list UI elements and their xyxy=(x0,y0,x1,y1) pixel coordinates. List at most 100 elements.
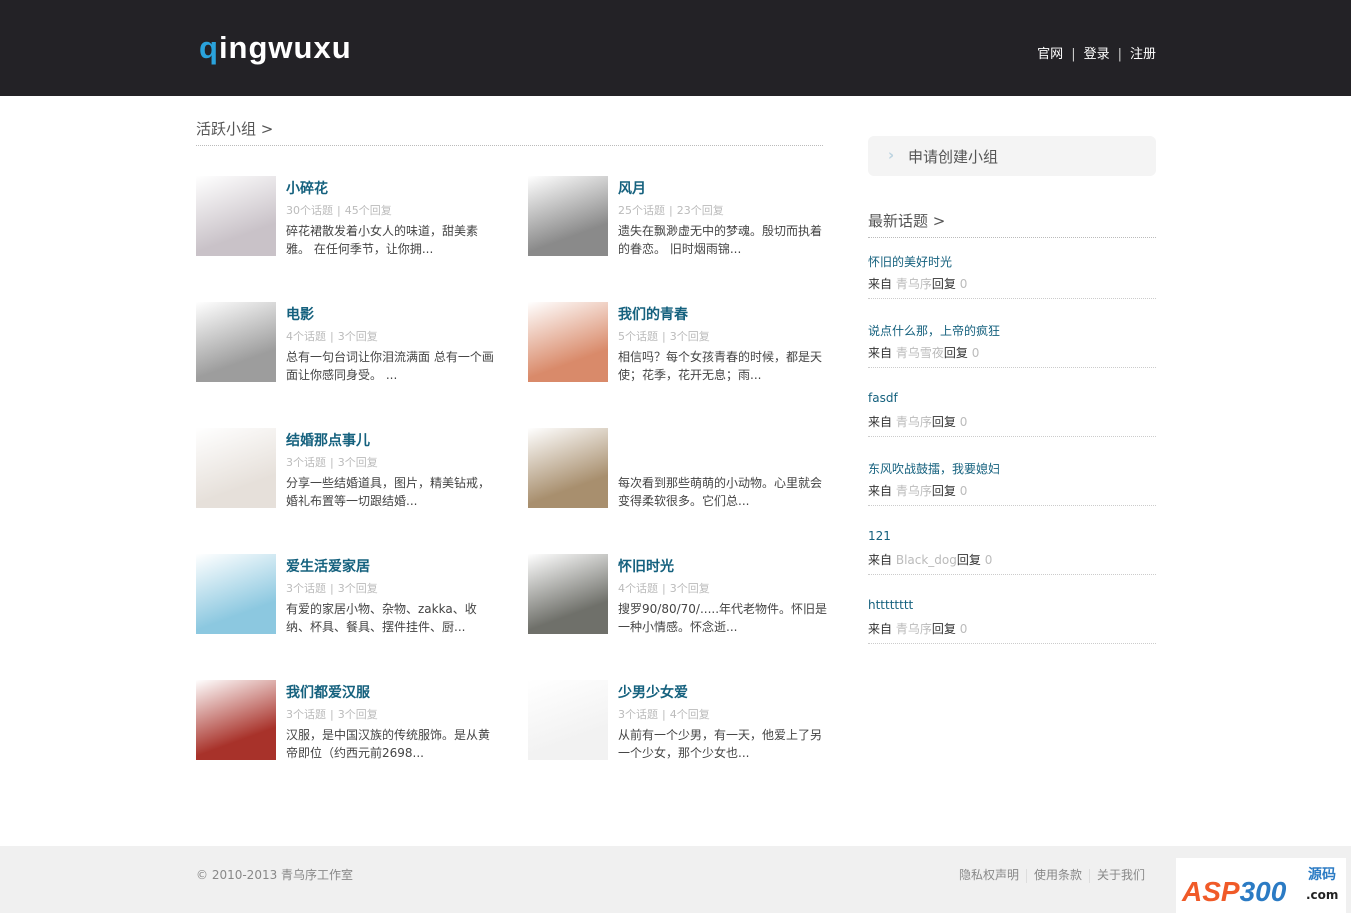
topic-item: 121 来自 Black_dog回复 0 xyxy=(868,513,1156,582)
group-stats: 3个话题 | 3个回复 xyxy=(286,582,378,595)
group-card: 爱生活爱家居 3个话题 | 3个回复 有爱的家居小物、杂物、zakka、收纳、杯具、… xyxy=(196,554,496,634)
topic-title-link[interactable]: 东风吹战鼓擂，我要媳妇 xyxy=(868,460,1000,477)
divider xyxy=(868,298,1156,299)
group-stats: 4个话题 | 3个回复 xyxy=(286,330,378,343)
topic-author[interactable]: 青乌序 xyxy=(896,277,932,291)
group-description: 搜罗90/80/70/.....年代老物件。怀旧是一种小情感。怀念逝... xyxy=(618,602,828,634)
group-stats: 25个话题 | 23个回复 xyxy=(618,204,724,217)
group-title-link[interactable]: 结婚那点事儿 xyxy=(286,430,370,450)
topic-title-link[interactable]: 怀旧的美好时光 xyxy=(868,253,952,270)
divider xyxy=(868,367,1156,368)
topic-meta: 来自 青乌序回复 0 xyxy=(868,622,968,636)
topic-meta: 来自 青乌雪夜回复 0 xyxy=(868,346,980,360)
topic-meta: 来自 青乌序回复 0 xyxy=(868,277,968,291)
nav-official-site[interactable]: 官网 xyxy=(1037,47,1063,62)
group-card: 我们都爱汉服 3个话题 | 3个回复 汉服，是中国汉族的传统服饰。是从黄帝即位（约西… xyxy=(196,680,496,760)
topic-item: 怀旧的美好时光 来自 青乌序回复 0 xyxy=(868,237,1156,306)
nav-login[interactable]: 登录 xyxy=(1084,47,1110,62)
copyright: © 2010-2013 青乌序工作室 xyxy=(196,868,354,882)
topic-author[interactable]: 青乌雪夜 xyxy=(896,346,944,360)
group-thumbnail[interactable] xyxy=(528,428,608,508)
topic-title-link[interactable]: 说点什么那，上帝的疯狂 xyxy=(868,322,1000,339)
nav-register[interactable]: 注册 xyxy=(1130,47,1156,62)
group-description: 相信吗？每个女孩青春的时候，都是天使；花季，花开无息；雨... xyxy=(618,350,823,382)
group-card: 电影 4个话题 | 3个回复 总有一句台词让你泪流满面 总有一个画面让你感同身受。 … xyxy=(196,302,496,382)
footer-links: 隐私权声明 使用条款 关于我们 xyxy=(959,866,1145,883)
group-stats: 3个话题 | 3个回复 xyxy=(286,456,378,469)
group-title-link[interactable]: 我们的青春 xyxy=(618,304,688,324)
group-card: 风月 25个话题 | 23个回复 遗失在飘渺虚无中的梦魂。殷切而执着的眷恋。 旧时烟… xyxy=(528,176,828,256)
group-thumbnail[interactable] xyxy=(196,554,276,634)
group-title-link[interactable]: 我们都爱汉服 xyxy=(286,682,370,702)
topic-meta: 来自 青乌序回复 0 xyxy=(868,484,968,498)
group-thumbnail[interactable] xyxy=(528,680,608,760)
reply-count: 0 xyxy=(984,553,993,567)
group-card: 结婚那点事儿 3个话题 | 3个回复 分享一些结婚道具，图片，精美钻戒，婚礼布置等一… xyxy=(196,428,496,508)
group-card: 我们的青春 5个话题 | 3个回复 相信吗？每个女孩青春的时候，都是天使；花季，花开… xyxy=(528,302,828,382)
topic-author[interactable]: 青乌序 xyxy=(896,415,932,429)
group-stats: 4个话题 | 3个回复 xyxy=(618,582,710,595)
active-groups-heading[interactable]: 活跃小组 > xyxy=(196,118,273,139)
group-thumbnail[interactable] xyxy=(528,302,608,382)
group-card: 小碎花 30个话题 | 45个回复 碎花裙散发着小女人的味道，甜美素雅。 在任何季节… xyxy=(196,176,496,256)
apply-create-group-button[interactable]: › 申请创建小组 xyxy=(868,136,1156,176)
reply-count: 0 xyxy=(959,415,968,429)
chevron-right-icon: › xyxy=(888,146,895,164)
divider xyxy=(868,643,1156,644)
asp300-watermark-logo: ASP300 源码 .com xyxy=(1176,858,1346,913)
group-card: 怀旧时光 4个话题 | 3个回复 搜罗90/80/70/.....年代老物件。怀旧是… xyxy=(528,554,828,634)
group-stats: 5个话题 | 3个回复 xyxy=(618,330,710,343)
privacy-link[interactable]: 隐私权声明 xyxy=(959,868,1019,882)
group-thumbnail[interactable] xyxy=(196,680,276,760)
group-thumbnail[interactable] xyxy=(528,554,608,634)
group-title-link[interactable]: 小碎花 xyxy=(286,178,328,198)
group-description: 碎花裙散发着小女人的味道，甜美素雅。 在任何季节，让你拥... xyxy=(286,224,479,256)
group-card: 每次看到那些萌萌的小动物。心里就会变得柔软很多。它们总... xyxy=(528,428,828,508)
top-nav: 官网 | 登录 | 注册 xyxy=(1037,47,1156,62)
topic-title-link[interactable]: htttttttt xyxy=(868,598,913,612)
divider xyxy=(868,436,1156,437)
group-title-link[interactable]: 风月 xyxy=(618,178,646,198)
latest-topics-heading[interactable]: 最新话题 > xyxy=(868,210,945,231)
group-thumbnail[interactable] xyxy=(196,428,276,508)
group-stats: 30个话题 | 45个回复 xyxy=(286,204,392,217)
reply-count: 0 xyxy=(959,622,968,636)
topic-item: 说点什么那，上帝的疯狂 来自 青乌雪夜回复 0 xyxy=(868,306,1156,375)
topic-title-link[interactable]: fasdf xyxy=(868,391,898,405)
topic-item: 东风吹战鼓擂，我要媳妇 来自 青乌序回复 0 xyxy=(868,444,1156,513)
reply-count: 0 xyxy=(959,484,968,498)
topic-author[interactable]: 青乌序 xyxy=(896,622,932,636)
group-description: 从前有一个少男，有一天，他爱上了另一个少女，那个少女也... xyxy=(618,728,823,760)
top-header: qingwuxu 官网 | 登录 | 注册 xyxy=(0,0,1351,96)
topic-item: fasdf 来自 青乌序回复 0 xyxy=(868,375,1156,444)
topic-meta: 来自 Black_dog回复 0 xyxy=(868,553,993,567)
group-title-link[interactable]: 爱生活爱家居 xyxy=(286,556,370,576)
divider xyxy=(868,574,1156,575)
group-title-link[interactable]: 电影 xyxy=(286,304,314,324)
group-description: 每次看到那些萌萌的小动物。心里就会变得柔软很多。它们总... xyxy=(618,476,823,508)
group-thumbnail[interactable] xyxy=(196,176,276,256)
group-thumbnail[interactable] xyxy=(196,302,276,382)
group-thumbnail[interactable] xyxy=(528,176,608,256)
group-title-link[interactable]: 少男少女爱 xyxy=(618,682,688,702)
topic-meta: 来自 青乌序回复 0 xyxy=(868,415,968,429)
group-description: 汉服，是中国汉族的传统服饰。是从黄帝即位（约西元前2698... xyxy=(286,728,491,760)
group-title-link[interactable]: 怀旧时光 xyxy=(618,556,674,576)
group-stats: 3个话题 | 4个回复 xyxy=(618,708,710,721)
topic-author[interactable]: 青乌序 xyxy=(896,484,932,498)
topic-item: htttttttt 来自 青乌序回复 0 xyxy=(868,582,1156,651)
reply-count: 0 xyxy=(971,346,980,360)
group-stats: 3个话题 | 3个回复 xyxy=(286,708,378,721)
group-description: 分享一些结婚道具，图片，精美钻戒，婚礼布置等一切跟结婚... xyxy=(286,476,491,508)
topic-author[interactable]: Black_dog xyxy=(896,553,957,567)
group-description: 总有一句台词让你泪流满面 总有一个画面让你感同身受。 ... xyxy=(286,350,494,382)
topic-title-link[interactable]: 121 xyxy=(868,529,891,543)
group-description: 遗失在飘渺虚无中的梦魂。殷切而执着的眷恋。 旧时烟雨锦... xyxy=(618,224,823,256)
footer: © 2010-2013 青乌序工作室 隐私权声明 使用条款 关于我们 ASP300 … xyxy=(0,846,1351,913)
group-card: 少男少女爱 3个话题 | 4个回复 从前有一个少男，有一天，他爱上了另一个少女，那个… xyxy=(528,680,828,760)
reply-count: 0 xyxy=(959,277,968,291)
terms-link[interactable]: 使用条款 xyxy=(1034,868,1082,882)
divider xyxy=(196,145,823,146)
about-link[interactable]: 关于我们 xyxy=(1097,868,1145,882)
site-logo[interactable]: qingwuxu xyxy=(199,30,352,66)
